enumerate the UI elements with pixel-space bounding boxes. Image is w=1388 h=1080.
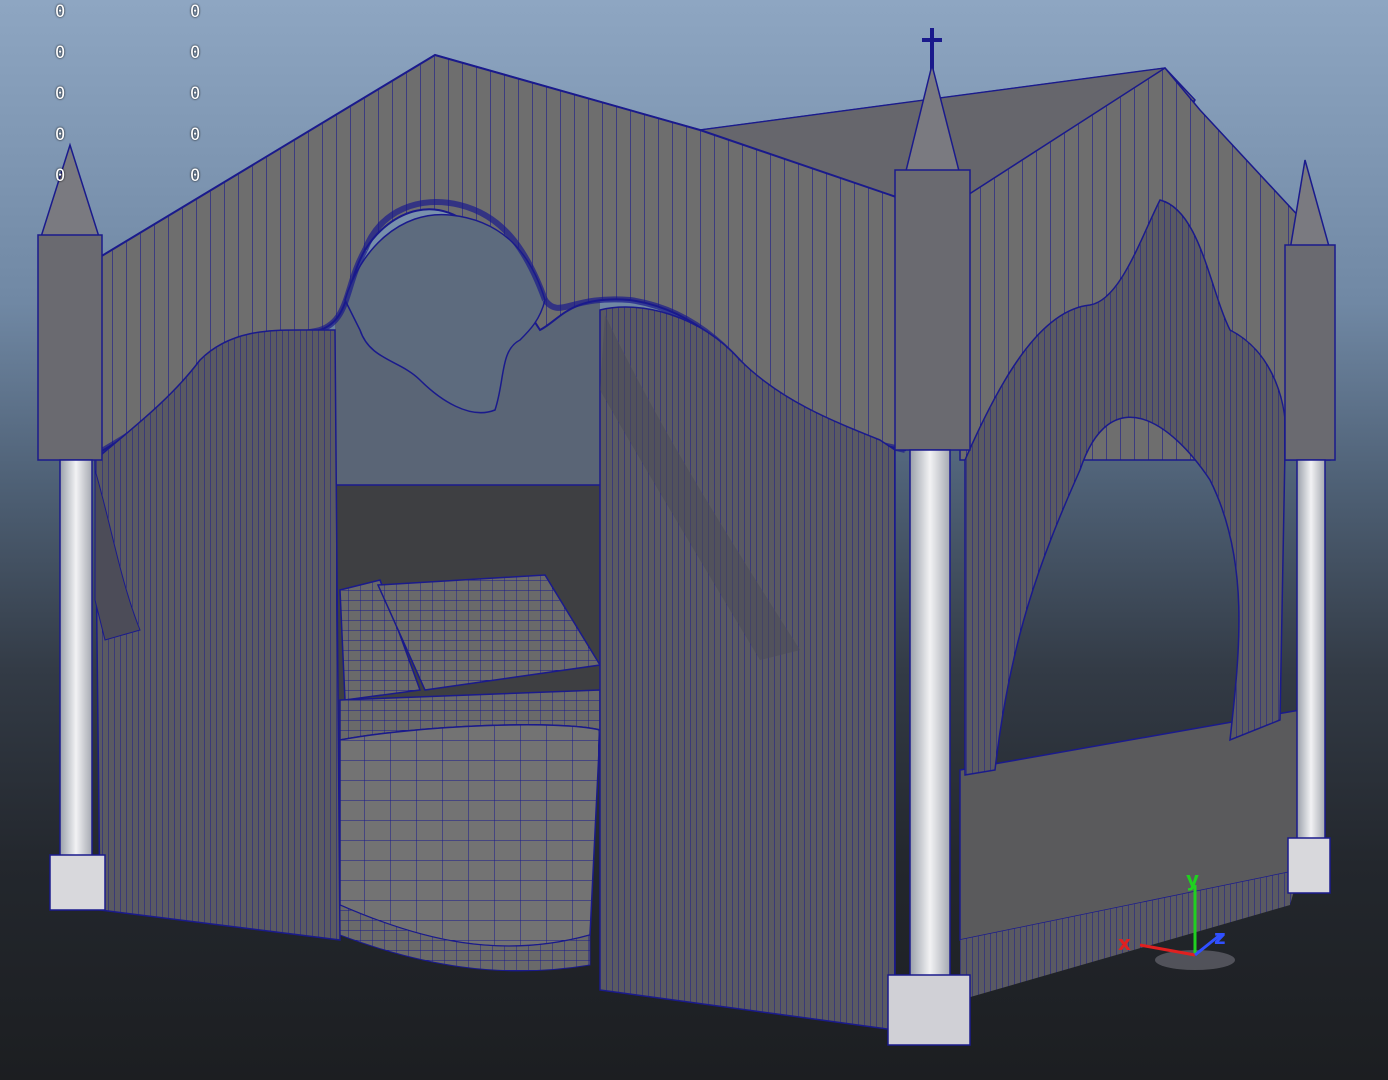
hud-value: 0 [190, 166, 201, 186]
axis-y-label: y [1186, 867, 1199, 891]
hud-value: 0 [55, 125, 66, 145]
hud-value: 0 [190, 125, 201, 145]
3d-viewport[interactable]: y x z 0 0 0 0 0 0 0 0 0 0 [0, 0, 1388, 1080]
hud-value: 0 [55, 43, 66, 63]
hud-value: 0 [55, 166, 66, 186]
axis-x-label: x [1118, 931, 1131, 955]
hud-value: 0 [190, 43, 201, 63]
hud-value: 0 [190, 2, 201, 22]
hud-value: 0 [190, 84, 201, 104]
hud-value: 0 [55, 84, 66, 104]
axis-z-label: z [1214, 925, 1226, 949]
hud-right-column: 0 0 0 0 0 [190, 0, 200, 197]
hud-left-column: 0 0 0 0 0 [55, 0, 65, 197]
hud-value: 0 [55, 2, 66, 22]
heads-up-display: 0 0 0 0 0 0 0 0 0 0 [0, 0, 260, 200]
bed-mattress [339, 689, 601, 972]
